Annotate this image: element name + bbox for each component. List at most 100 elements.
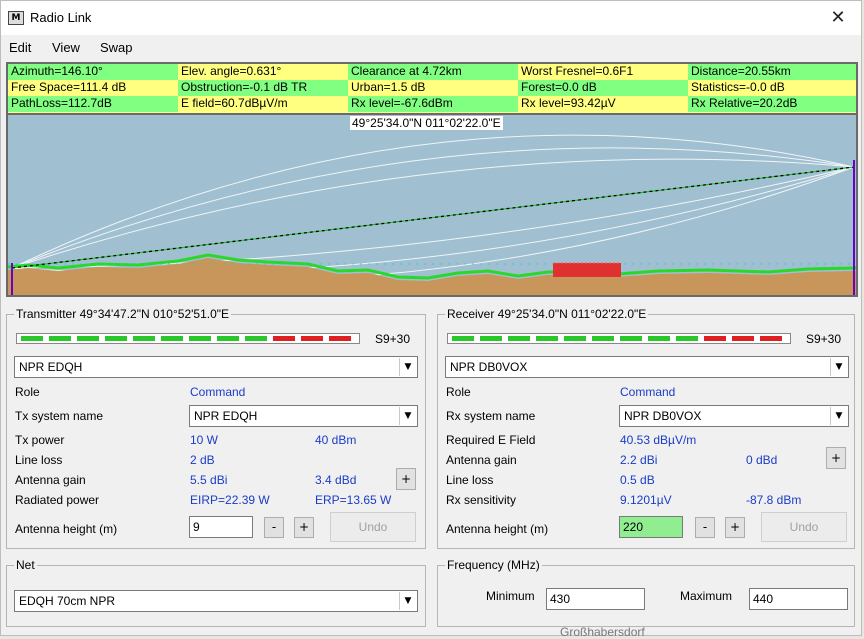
forest-obstruction [553, 262, 621, 277]
frequency-max-label: Maximum [680, 589, 733, 603]
elevation-angle-value: Elev. angle=0.631° [178, 64, 348, 80]
menu-swap[interactable]: Swap [100, 40, 133, 55]
obstruction-value: Obstruction=-0.1 dB TR [178, 80, 348, 96]
tx-line-loss-value: 2 dB [190, 453, 215, 467]
background-map-label: Großhabersdorf [560, 627, 645, 639]
rx-role-label: Role [446, 385, 471, 399]
terrain-profile[interactable]: 49°25'34.0"N 011°02'22.0"E [6, 115, 858, 297]
tx-system-label: Tx system name [15, 409, 104, 423]
rx-undo-button[interactable]: Undo [761, 512, 847, 542]
frequency-min-label: Minimum [486, 589, 535, 603]
window-title: Radio Link [30, 10, 92, 25]
rx-gain-dbi: 2.2 dBi [620, 453, 658, 467]
chevron-down-icon[interactable]: ▼ [399, 407, 416, 425]
tx-erp-value: ERP=13.65 W [315, 493, 392, 507]
tx-system-select[interactable]: NPR EDQH ▼ [189, 405, 418, 427]
tx-meter-value: S9+30 [375, 332, 411, 346]
tx-radiated-power-label: Radiated power [15, 493, 100, 507]
rx-station-select[interactable]: NPR DB0VOX ▼ [445, 356, 849, 378]
chevron-down-icon[interactable]: ▼ [399, 592, 416, 610]
distance-value: Distance=20.55km [688, 64, 856, 80]
tx-antenna-gain-label: Antenna gain [15, 473, 86, 487]
frequency-min-input[interactable]: 430 [546, 588, 645, 610]
receiver-title: Receiver 49°25'34.0"N 011°02'22.0"E [445, 307, 649, 321]
rx-meter-value: S9+30 [806, 332, 842, 346]
rx-level-dbm-value: Rx level=-67.6dBm [348, 96, 518, 112]
tx-system-value: NPR EDQH [194, 409, 258, 423]
rx-system-select[interactable]: NPR DB0VOX ▼ [619, 405, 849, 427]
clearance-value: Clearance at 4.72km [348, 64, 518, 80]
rx-height-increase-button[interactable]: + [725, 517, 745, 538]
close-button[interactable]: ✕ [815, 1, 861, 35]
free-space-value: Free Space=111.4 dB [8, 80, 178, 96]
tx-power-label: Tx power [15, 433, 65, 447]
tx-role-label: Role [15, 385, 40, 399]
frequency-title: Frequency (MHz) [445, 558, 542, 572]
rx-antenna-gain-label: Antenna gain [446, 453, 517, 467]
tx-height-increase-button[interactable]: + [294, 517, 314, 538]
frequency-panel: Frequency (MHz) Minimum 430 Maximum 440 [437, 558, 855, 627]
tx-signal-meter [16, 333, 360, 344]
tx-antenna-height-label: Antenna height (m) [15, 522, 118, 536]
net-value: EDQH 70cm NPR [19, 594, 116, 608]
rx-height-decrease-button[interactable]: - [695, 517, 715, 538]
tx-gain-dbd: 3.4 dBd [315, 473, 357, 487]
tx-power-w: 10 W [190, 433, 219, 447]
rx-sensitivity-uv: 9.1201µV [620, 493, 672, 507]
rx-station-value: NPR DB0VOX [450, 360, 528, 374]
rx-line-loss-label: Line loss [446, 473, 494, 487]
rx-role-value: Command [620, 385, 676, 399]
rx-gain-dbd: 0 dBd [746, 453, 778, 467]
rx-system-value: NPR DB0VOX [624, 409, 702, 423]
menu-edit[interactable]: Edit [9, 40, 31, 55]
net-title: Net [14, 558, 37, 572]
tx-undo-button[interactable]: Undo [330, 512, 416, 542]
fresnel-zones [11, 134, 855, 282]
chevron-down-icon[interactable]: ▼ [830, 358, 847, 376]
azimuth-value: Azimuth=146.10° [8, 64, 178, 80]
forest-value: Forest=0.0 dB [518, 80, 688, 96]
radio-mobile-icon: M [8, 11, 24, 25]
e-field-value: E field=60.7dBµV/m [178, 96, 348, 112]
rx-antenna-height-input[interactable]: 220 [619, 516, 683, 538]
radio-link-window: M Radio Link ✕ Edit View Swap Azimuth=14… [0, 0, 862, 636]
rx-signal-meter [447, 333, 791, 344]
statistics-value: Statistics=-0.0 dB [688, 80, 856, 96]
rx-antenna-height-label: Antenna height (m) [446, 522, 549, 536]
tx-antenna-add-button[interactable]: + [396, 468, 416, 490]
transmitter-title: Transmitter 49°34'47.2"N 010°52'51.0"E [14, 307, 232, 321]
line-of-sight-green [11, 166, 855, 269]
rx-required-field-value: 40.53 dBµV/m [620, 433, 697, 447]
tx-station-select[interactable]: NPR EDQH ▼ [14, 356, 418, 378]
receiver-panel: Receiver 49°25'34.0"N 011°02'22.0"E S9+3… [437, 307, 855, 549]
frequency-max-input[interactable]: 440 [749, 588, 848, 610]
path-loss-value: PathLoss=112.7dB [8, 96, 178, 112]
tx-line-loss-label: Line loss [15, 453, 63, 467]
chevron-down-icon[interactable]: ▼ [830, 407, 847, 425]
menu-view[interactable]: View [52, 40, 80, 55]
rx-line-loss-value: 0.5 dB [620, 473, 655, 487]
rx-relative-value: Rx Relative=20.2dB [688, 96, 856, 112]
tx-power-dbm: 40 dBm [315, 433, 357, 447]
worst-fresnel-value: Worst Fresnel=0.6F1 [518, 64, 688, 80]
urban-value: Urban=1.5 dB [348, 80, 518, 96]
rx-sensitivity-dbm: -87.8 dBm [746, 493, 802, 507]
terrain-profile-graph [8, 134, 856, 295]
rx-required-field-label: Required E Field [446, 433, 536, 447]
rx-system-label: Rx system name [446, 409, 536, 423]
tx-gain-dbi: 5.5 dBi [190, 473, 228, 487]
tx-role-value: Command [190, 385, 246, 399]
tx-eirp-value: EIRP=22.39 W [190, 493, 270, 507]
net-panel: Net EDQH 70cm NPR ▼ [6, 558, 426, 627]
tx-station-value: NPR EDQH [19, 360, 83, 374]
menu-bar: Edit View Swap [1, 35, 861, 59]
tx-antenna-height-input[interactable]: 9 [189, 516, 253, 538]
rx-level-uv-value: Rx level=93.42µV [518, 96, 688, 112]
rx-sensitivity-label: Rx sensitivity [446, 493, 517, 507]
tx-height-decrease-button[interactable]: - [264, 517, 284, 538]
transmitter-panel: Transmitter 49°34'47.2"N 010°52'51.0"E S… [6, 307, 426, 549]
chevron-down-icon[interactable]: ▼ [399, 358, 416, 376]
cursor-coordinates: 49°25'34.0"N 011°02'22.0"E [350, 116, 503, 130]
net-select[interactable]: EDQH 70cm NPR ▼ [14, 590, 418, 612]
rx-antenna-add-button[interactable]: + [826, 447, 846, 469]
